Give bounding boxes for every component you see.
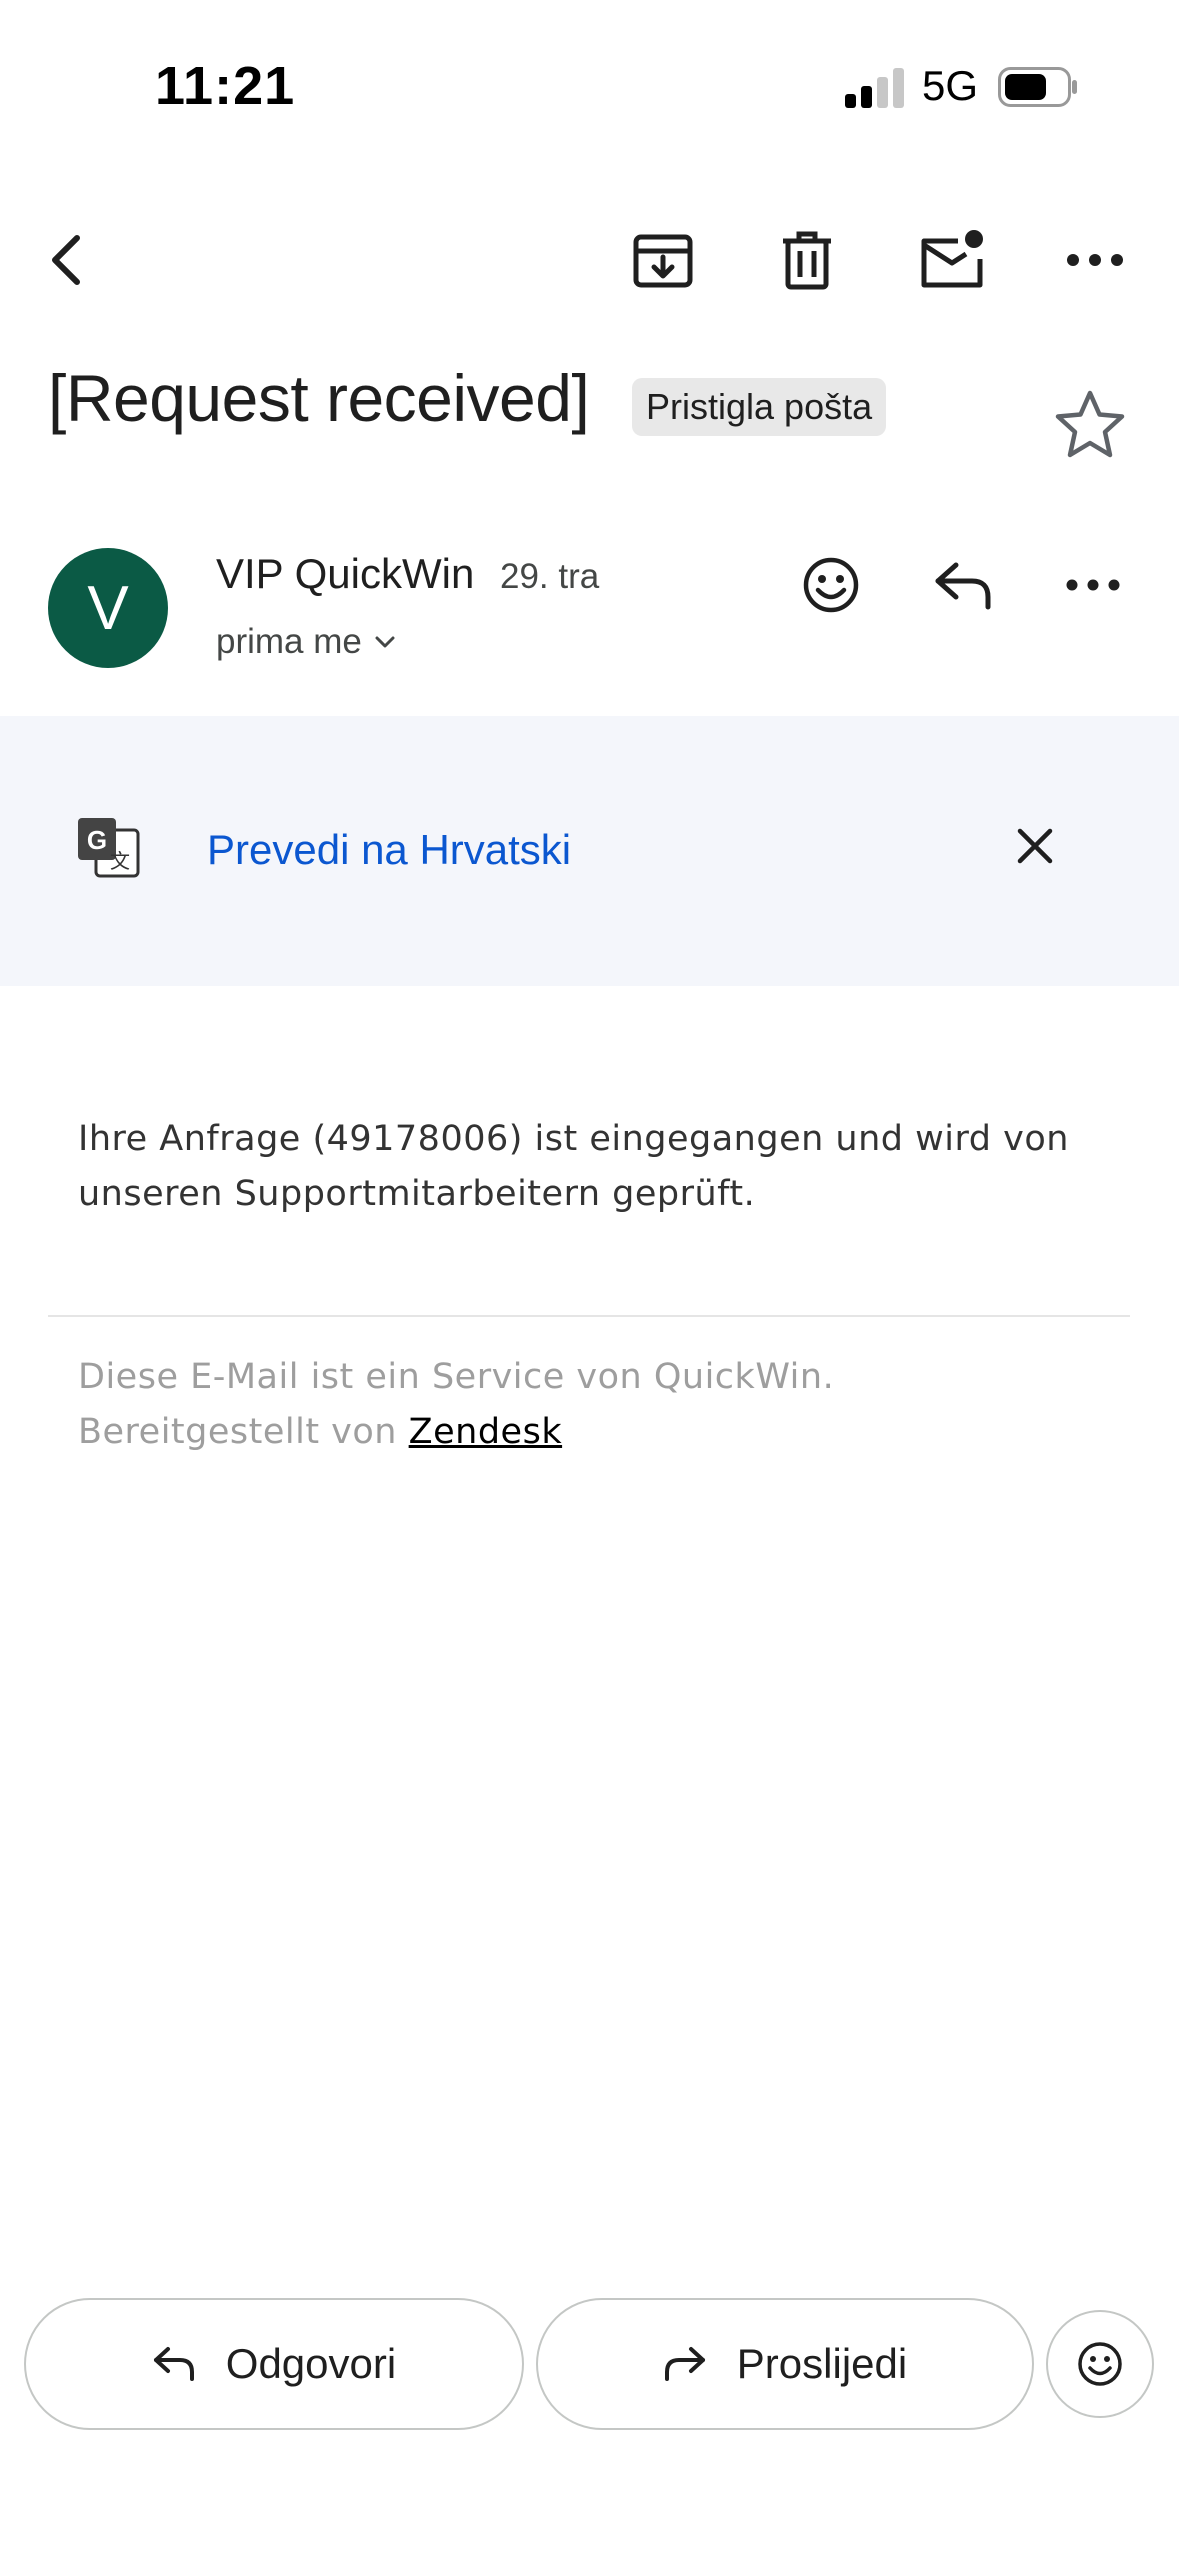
zendesk-link[interactable]: Zendesk <box>409 1412 562 1452</box>
reply-icon <box>935 562 991 610</box>
email-subject: [Request received] <box>48 361 590 435</box>
network-type: 5G <box>922 62 979 109</box>
chevron-left-icon <box>52 235 80 285</box>
email-footer: Diese E-Mail ist ein Service von QuickWi… <box>78 1350 1118 1460</box>
email-body: Ihre Anfrage (49178006) ist eingegangen … <box>78 1119 1069 1214</box>
reply-icon <box>153 2347 194 2381</box>
chevron-down-icon <box>375 636 395 648</box>
footer-line-1: Diese E-Mail ist ein Service von QuickWi… <box>78 1357 835 1397</box>
battery-icon <box>998 67 1077 107</box>
more-horiz-icon <box>1067 254 1123 266</box>
back-button[interactable] <box>12 205 122 315</box>
mark-unread-button[interactable] <box>897 205 1007 315</box>
recipient-details-toggle[interactable]: prima me <box>216 622 398 662</box>
svg-text:G: G <box>87 825 107 855</box>
footer-divider <box>48 1315 1130 1317</box>
footer-prefix: Bereitgestellt von <box>78 1412 397 1452</box>
add-reaction-button[interactable] <box>776 530 886 640</box>
recipient-text: prima me <box>216 622 362 661</box>
archive-button[interactable] <box>608 205 718 315</box>
close-icon <box>1017 828 1053 864</box>
emoji-icon <box>803 557 859 613</box>
status-time: 11:21 <box>155 56 296 116</box>
emoji-reaction-button[interactable] <box>1046 2310 1154 2418</box>
reply-button[interactable] <box>908 530 1018 640</box>
delete-button[interactable] <box>752 205 862 315</box>
cellular-signal-icon <box>845 68 904 108</box>
translate-icon: G 文 <box>78 818 140 878</box>
forward-icon <box>664 2347 705 2381</box>
email-date: 29. tra <box>500 557 600 596</box>
translate-banner: G 文 Prevedi na Hrvatski <box>0 716 1179 986</box>
avatar-letter: V <box>87 573 129 643</box>
archive-icon <box>633 234 693 288</box>
close-translate-button[interactable] <box>1000 811 1070 881</box>
status-bar: 11:21 5G <box>0 0 1179 150</box>
trash-icon <box>783 231 831 290</box>
emoji-icon <box>1078 2342 1122 2386</box>
footer-line-2: Bereitgestellt von Zendesk <box>78 1405 1118 1460</box>
more-horiz-icon <box>1066 579 1120 591</box>
svg-text:文: 文 <box>110 849 130 873</box>
inbox-label-chip[interactable]: Pristigla pošta <box>632 378 887 436</box>
email-toolbar <box>0 205 1179 315</box>
translate-link[interactable]: Prevedi na Hrvatski <box>207 826 571 874</box>
reply-action-button[interactable]: Odgovori <box>24 2298 524 2430</box>
reply-label: Odgovori <box>225 2340 397 2387</box>
sender-avatar[interactable]: V <box>48 548 168 668</box>
forward-action-button[interactable]: Proslijedi <box>536 2298 1034 2430</box>
mark-unread-icon <box>921 230 983 288</box>
forward-label: Proslijedi <box>736 2340 908 2387</box>
star-icon[interactable] <box>1050 385 1130 465</box>
more-options-button[interactable] <box>1040 205 1150 315</box>
message-more-button[interactable] <box>1038 530 1148 640</box>
sender-name: VIP QuickWin <box>216 550 475 597</box>
